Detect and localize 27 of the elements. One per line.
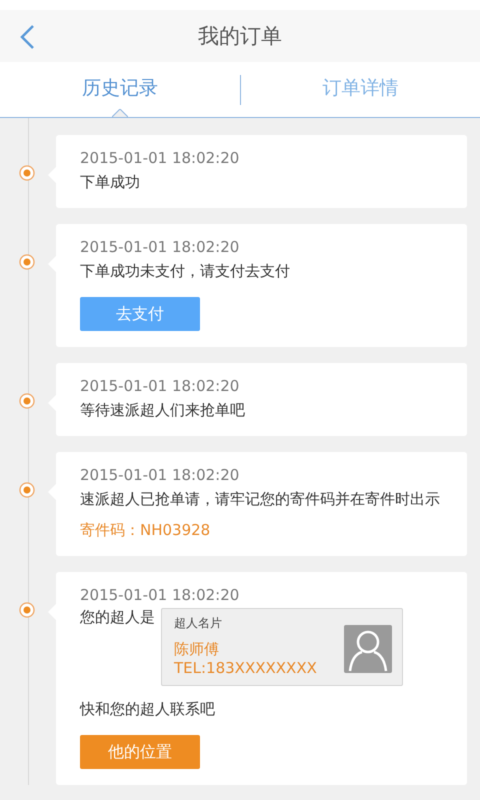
status-text: 速派超人已抢单请，请牢记您的寄件码并在寄件时出示 xyxy=(80,490,441,509)
courier-phone: TEL:183XXXXXXXX xyxy=(174,659,317,677)
status-text: 下单成功未支付，请支付去支付 xyxy=(80,262,291,281)
time-text: 2015-01-01 18:02:20 xyxy=(80,466,240,484)
status-text: 您的超人是 xyxy=(80,608,155,627)
time-text: 2015-01-01 18:02:20 xyxy=(80,377,240,395)
time-text: 2015-01-01 18:02:20 xyxy=(80,238,240,256)
tab[interactable]: 订单详情 xyxy=(240,62,480,117)
pickup-code-text: 寄件码：NH03928 xyxy=(80,521,212,540)
timeline-dot-icon xyxy=(19,393,35,409)
time-text: 2015-01-01 18:02:20 xyxy=(80,586,240,604)
card-title: 超人名片 xyxy=(174,615,223,632)
courier-name: 陈师傅 xyxy=(174,640,220,659)
status-text: 等待速派超人们来抢单吧 xyxy=(80,401,246,420)
timeline-dot-icon xyxy=(19,165,35,181)
location-button[interactable]: 他的位置 xyxy=(80,735,200,769)
timeline-dot-icon xyxy=(19,602,35,618)
avatar-icon xyxy=(344,625,392,673)
page-title: 我的订单 xyxy=(198,23,282,50)
tab[interactable]: 历史记录 xyxy=(0,62,240,117)
status-text: 下单成功 xyxy=(80,173,141,192)
time-text: 2015-01-01 18:02:20 xyxy=(80,149,240,167)
pay-button[interactable]: 去支付 xyxy=(80,297,200,331)
timeline-dot-icon xyxy=(19,254,35,270)
timeline-dot-icon xyxy=(19,482,35,498)
hint-text: 快和您的超人联系吧 xyxy=(80,700,216,719)
back-icon[interactable] xyxy=(18,24,36,50)
